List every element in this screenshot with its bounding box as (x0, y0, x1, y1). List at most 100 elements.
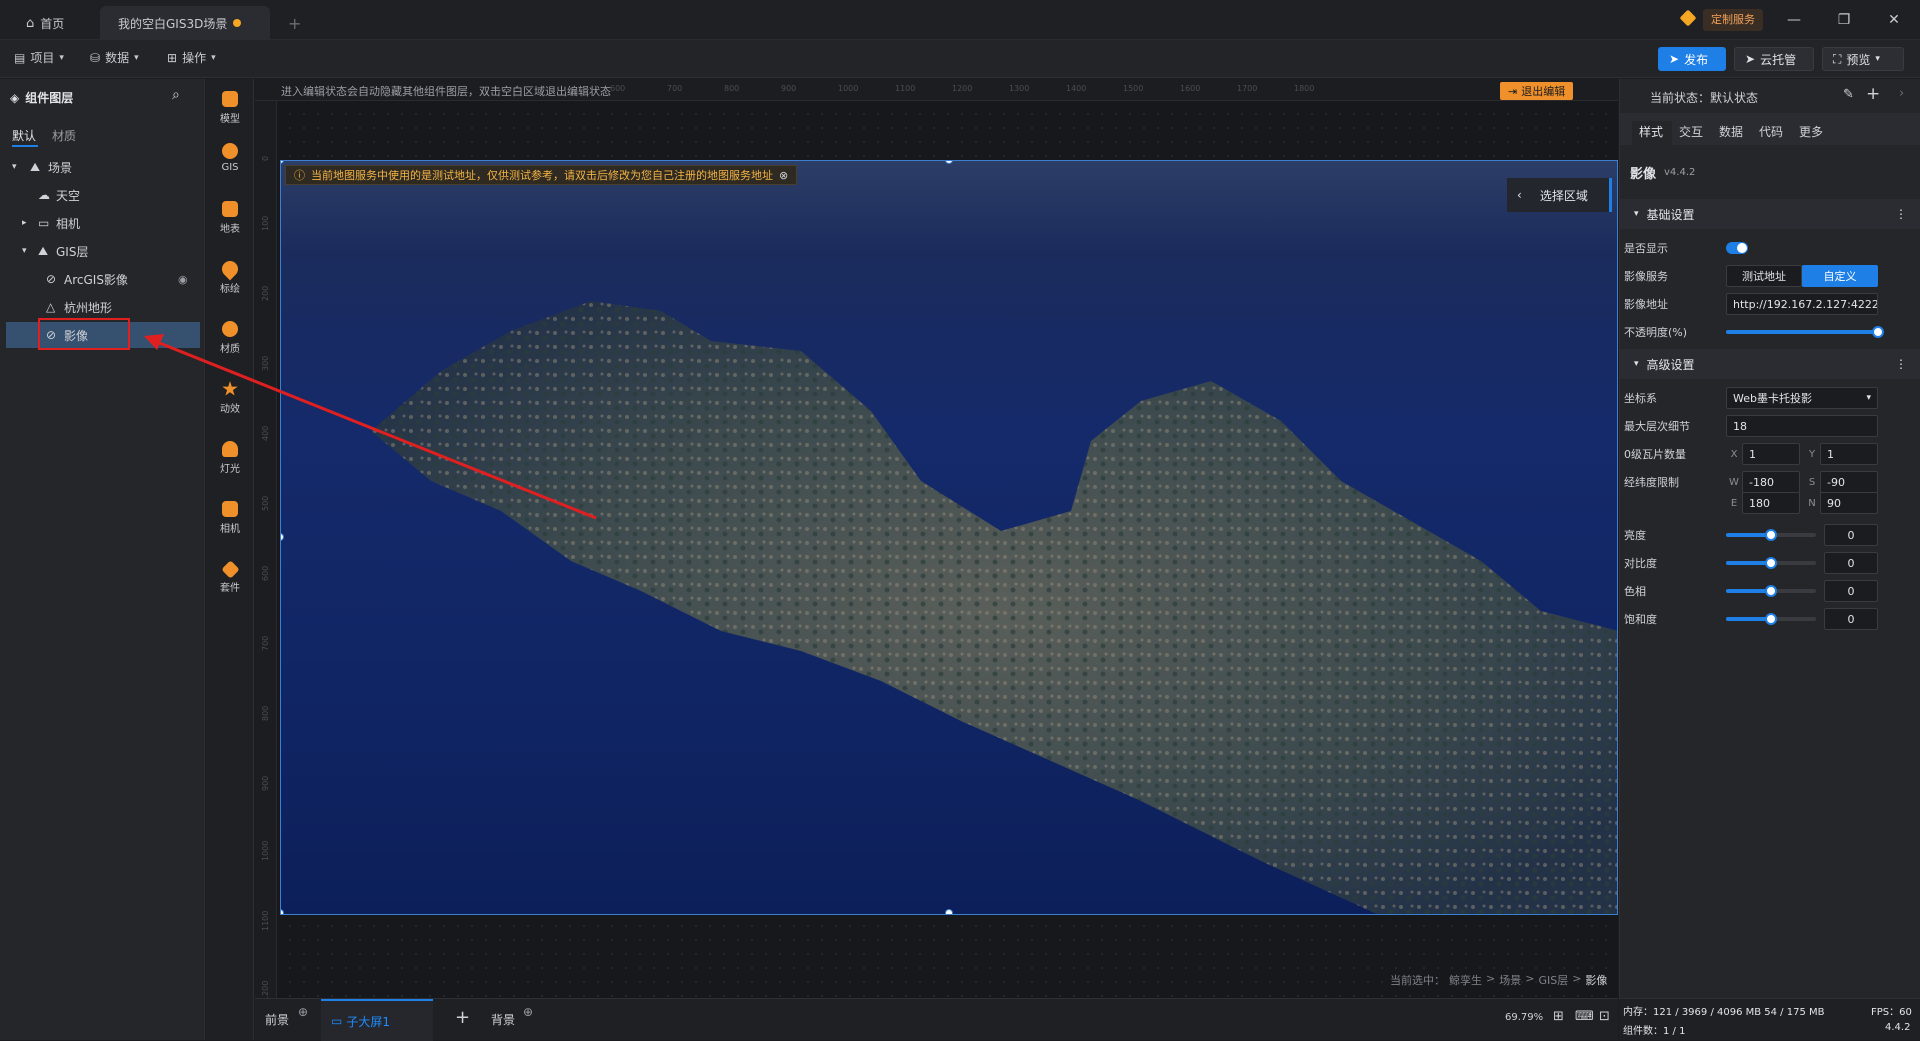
saturation-input[interactable]: 0 (1824, 608, 1878, 630)
contrast-input[interactable]: 0 (1824, 552, 1878, 574)
tab-home[interactable]: ⌂ 首页 (14, 6, 76, 40)
resize-handle[interactable] (281, 909, 284, 914)
rail-item-kit[interactable]: 套件 (206, 553, 254, 603)
publish-button[interactable]: ➤ 发布 (1658, 47, 1726, 71)
basic-settings-header[interactable]: ▾ 基础设置 ⋮ (1620, 199, 1920, 229)
prop-label: 最大层次细节 (1624, 420, 1690, 433)
tab-sub-screen[interactable]: ▭ 子大屏1 (321, 999, 433, 1041)
menu-data[interactable]: ⛁ 数据 ▾ (90, 49, 139, 66)
prop-label: 色相 (1624, 585, 1646, 598)
menu-project-label: 项目 (30, 51, 55, 65)
tree-item-arcgis[interactable]: ⊘ ArcGIS影像 ◉ (0, 266, 205, 292)
breadcrumb-item[interactable]: 影像 (1585, 972, 1607, 988)
tab-scene[interactable]: 我的空白GIS3D场景 (100, 6, 270, 40)
eye-off-icon[interactable]: ◉ (178, 273, 188, 286)
service-test-option[interactable]: 测试地址 (1726, 265, 1802, 287)
search-icon[interactable]: ⌕ (172, 87, 180, 103)
rail-item-camera[interactable]: 相机 (206, 493, 254, 543)
tab-material[interactable]: 材质 (52, 127, 76, 144)
scene-viewport[interactable]: ⓘ 当前地图服务中使用的是测试地址，仅供测试参考，请双击后修改为您自己注册的地图… (280, 160, 1618, 915)
bounds-w-input[interactable]: -180 (1742, 471, 1800, 493)
more-vertical-icon[interactable]: ⋮ (1895, 357, 1907, 371)
bounds-e-input[interactable]: 180 (1742, 492, 1800, 514)
max-level-input[interactable]: 18 (1726, 415, 1878, 437)
keyboard-icon[interactable]: ⌨ (1575, 1009, 1594, 1024)
resize-handle[interactable] (945, 909, 953, 914)
camera-icon (222, 501, 238, 517)
ruler-tick-label: 1400 (1066, 84, 1087, 93)
tab-more[interactable]: 更多 (1799, 123, 1823, 140)
chevron-right-icon[interactable]: › (1899, 86, 1904, 101)
select-area-panel[interactable]: ‹ 选择区域 (1507, 178, 1612, 212)
tab-default[interactable]: 默认 (12, 127, 36, 144)
add-state-button[interactable]: + (1866, 84, 1880, 104)
tab-scene-label: 我的空白GIS3D场景 (118, 16, 228, 31)
menu-project[interactable]: ▤ 项目 ▾ (14, 49, 64, 66)
tree-item-sky[interactable]: ☁ 天空 (0, 182, 205, 208)
new-tab-button[interactable]: + (276, 6, 313, 40)
hue-input[interactable]: 0 (1824, 580, 1878, 602)
imagery-url-input[interactable]: http://192.167.2.127:42225/distributi (1726, 293, 1878, 315)
opacity-slider[interactable] (1726, 326, 1884, 338)
breadcrumb-item[interactable]: 鲸孪生 (1449, 972, 1482, 988)
rail-item-marker[interactable]: 标绘 (206, 253, 254, 303)
file-icon: ▤ (14, 50, 26, 65)
show-toggle[interactable] (1726, 242, 1748, 254)
add-circle-icon[interactable]: ⊕ (523, 1005, 533, 1019)
brightness-input[interactable]: 0 (1824, 524, 1878, 546)
chevron-down-icon: ▾ (1866, 393, 1871, 403)
restore-icon[interactable]: ❐ (1834, 10, 1854, 30)
rail-item-material[interactable]: 材质 (206, 313, 254, 363)
tiles-y-input[interactable]: 1 (1820, 443, 1878, 465)
contrast-slider[interactable] (1726, 557, 1816, 569)
brightness-slider[interactable] (1726, 529, 1816, 541)
tab-foreground[interactable]: 前景 (265, 1011, 289, 1028)
tab-background[interactable]: 背景 (491, 1011, 515, 1028)
current-state[interactable]: 当前状态：默认状态 (1650, 89, 1758, 106)
tiles-x-input[interactable]: 1 (1742, 443, 1800, 465)
cloud-hosting-button[interactable]: ➤ 云托管 (1734, 47, 1814, 71)
tab-code[interactable]: 代码 (1759, 123, 1783, 140)
custom-service-button[interactable]: 定制服务 (1703, 9, 1763, 31)
prop-brightness: 亮度 0 (1620, 521, 1920, 549)
prop-label: 对比度 (1624, 557, 1657, 570)
rail-item-model[interactable]: 模型 (206, 83, 254, 133)
crs-select[interactable]: Web墨卡托投影 ▾ (1726, 387, 1878, 409)
tree-item-camera[interactable]: ▸ ▭ 相机 (0, 210, 205, 236)
more-vertical-icon[interactable]: ⋮ (1895, 207, 1907, 221)
ruler-top: 600 700 800 900 1000 1100 1200 1300 1400 1500 1600… (255, 79, 1618, 101)
add-circle-icon[interactable]: ⊕ (298, 1005, 308, 1019)
rail-item-terrain[interactable]: 地表 (206, 193, 254, 243)
exit-edit-button[interactable]: ⇥ 退出编辑 (1500, 82, 1574, 100)
rail-item-label: 标绘 (220, 284, 240, 295)
service-custom-option[interactable]: 自定义 (1802, 265, 1878, 287)
tree-item-gis-layer[interactable]: ▾ ⛰ GIS层 (0, 238, 205, 264)
fit-screen-icon[interactable]: ⊞ (1553, 1009, 1564, 1024)
add-screen-button[interactable]: + (455, 1007, 470, 1028)
rail-item-light[interactable]: 灯光 (206, 433, 254, 483)
preview-button[interactable]: ⛶ 预览 ▾ (1822, 47, 1904, 71)
ruler-tick-label: 1800 (1294, 84, 1315, 93)
tab-data[interactable]: 数据 (1719, 123, 1743, 140)
bounds-n-input[interactable]: 90 (1820, 492, 1878, 514)
tree-item-scene[interactable]: ▾ ⛰ 场景 (0, 154, 205, 180)
rail-item-effect[interactable]: 动效 (206, 373, 254, 423)
minimize-icon[interactable]: — (1784, 10, 1804, 30)
breadcrumb-item[interactable]: 场景 (1499, 972, 1521, 988)
ruler-tick-label: 1100 (895, 84, 916, 93)
tab-style[interactable]: 样式 (1639, 123, 1663, 140)
tree-item-terrain[interactable]: △ 杭州地形 (0, 294, 205, 320)
terminal-icon[interactable]: ⊡ (1599, 1009, 1610, 1024)
rail-item-gis[interactable]: GIS (206, 133, 254, 183)
edit-icon[interactable]: ✎ (1843, 87, 1854, 102)
tab-interaction[interactable]: 交互 (1679, 123, 1703, 140)
saturation-slider[interactable] (1726, 613, 1816, 625)
hue-slider[interactable] (1726, 585, 1816, 597)
warning-icon: ⓘ (294, 169, 305, 182)
breadcrumb-item[interactable]: GIS层 (1538, 972, 1568, 988)
close-icon[interactable]: ✕ (1884, 10, 1904, 30)
close-icon[interactable]: ⊗ (779, 169, 788, 182)
advanced-settings-header[interactable]: ▾ 高级设置 ⋮ (1620, 349, 1920, 379)
bounds-s-input[interactable]: -90 (1820, 471, 1878, 493)
menu-operate[interactable]: ⊞ 操作 ▾ (167, 49, 216, 66)
